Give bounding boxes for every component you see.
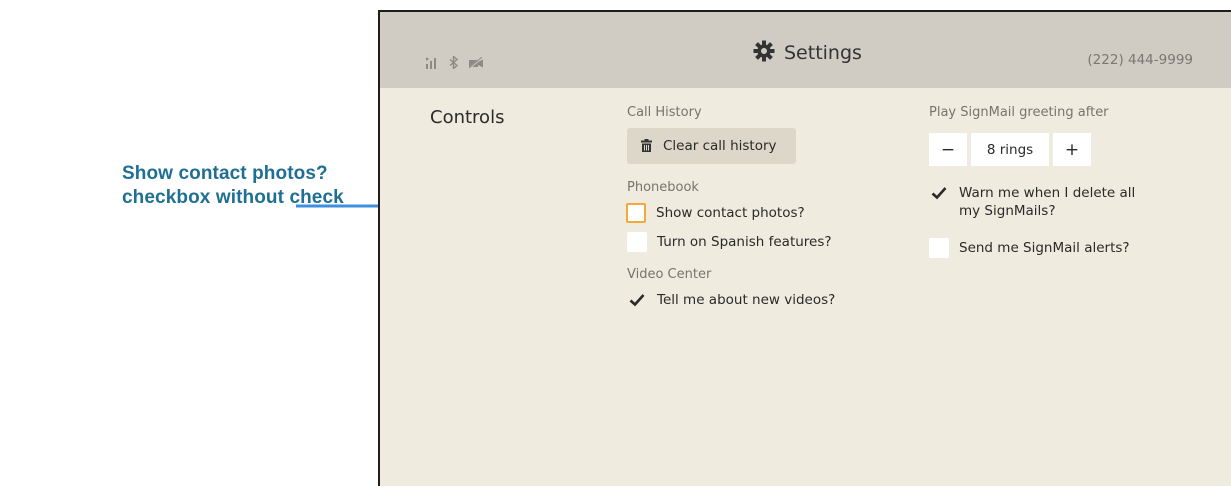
show-contact-photos-checkbox[interactable] bbox=[626, 203, 646, 223]
decrement-button[interactable]: − bbox=[929, 133, 967, 166]
warn-delete-line-2: my SignMails? bbox=[959, 203, 1056, 219]
checkmark-icon bbox=[931, 187, 947, 200]
header-title: Settings bbox=[753, 40, 862, 66]
spanish-features-checkbox[interactable] bbox=[627, 232, 647, 252]
new-videos-checkbox[interactable] bbox=[627, 290, 647, 310]
warn-delete-label: Warn me when I delete all my SignMails? bbox=[959, 184, 1135, 220]
clear-call-history-button[interactable]: Clear call history bbox=[627, 128, 796, 164]
signal-icon bbox=[425, 54, 440, 73]
warn-delete-checkbox[interactable] bbox=[929, 183, 949, 203]
rings-stepper: − 8 rings + bbox=[929, 133, 1091, 166]
rings-value: 8 rings bbox=[971, 133, 1049, 166]
page-title: Settings bbox=[784, 42, 862, 64]
show-contact-photos-row[interactable]: Show contact photos? bbox=[626, 203, 805, 223]
bluetooth-icon bbox=[449, 54, 459, 73]
signmail-greeting-label: Play SignMail greeting after bbox=[929, 105, 1109, 120]
new-videos-label: Tell me about new videos? bbox=[657, 292, 836, 308]
spanish-features-row[interactable]: Turn on Spanish features? bbox=[627, 232, 832, 252]
video-center-label: Video Center bbox=[627, 267, 712, 282]
status-icons bbox=[425, 54, 484, 73]
signmail-alerts-label: Send me SignMail alerts? bbox=[959, 240, 1130, 256]
annotation-line-1: Show contact photos? bbox=[122, 163, 328, 184]
gear-icon bbox=[753, 40, 775, 66]
controls-heading: Controls bbox=[430, 107, 505, 128]
trash-icon bbox=[641, 137, 652, 156]
warn-delete-line-1: Warn me when I delete all bbox=[959, 185, 1136, 201]
new-videos-row[interactable]: Tell me about new videos? bbox=[627, 290, 835, 310]
phonebook-label: Phonebook bbox=[627, 180, 699, 195]
video-off-icon bbox=[468, 54, 484, 73]
settings-screen: Settings (222) 444-9999 Controls Call Hi… bbox=[378, 10, 1231, 486]
warn-delete-row[interactable]: Warn me when I delete all my SignMails? bbox=[929, 183, 1135, 220]
clear-call-history-label: Clear call history bbox=[663, 138, 777, 154]
show-contact-photos-label: Show contact photos? bbox=[656, 205, 805, 221]
checkmark-icon bbox=[629, 294, 645, 307]
spanish-features-label: Turn on Spanish features? bbox=[657, 234, 832, 250]
top-bar: Settings (222) 444-9999 bbox=[380, 12, 1231, 88]
phone-number: (222) 444-9999 bbox=[1087, 52, 1193, 68]
increment-button[interactable]: + bbox=[1053, 133, 1091, 166]
signmail-alerts-row[interactable]: Send me SignMail alerts? bbox=[929, 238, 1130, 258]
signmail-alerts-checkbox[interactable] bbox=[929, 238, 949, 258]
call-history-label: Call History bbox=[627, 105, 702, 120]
